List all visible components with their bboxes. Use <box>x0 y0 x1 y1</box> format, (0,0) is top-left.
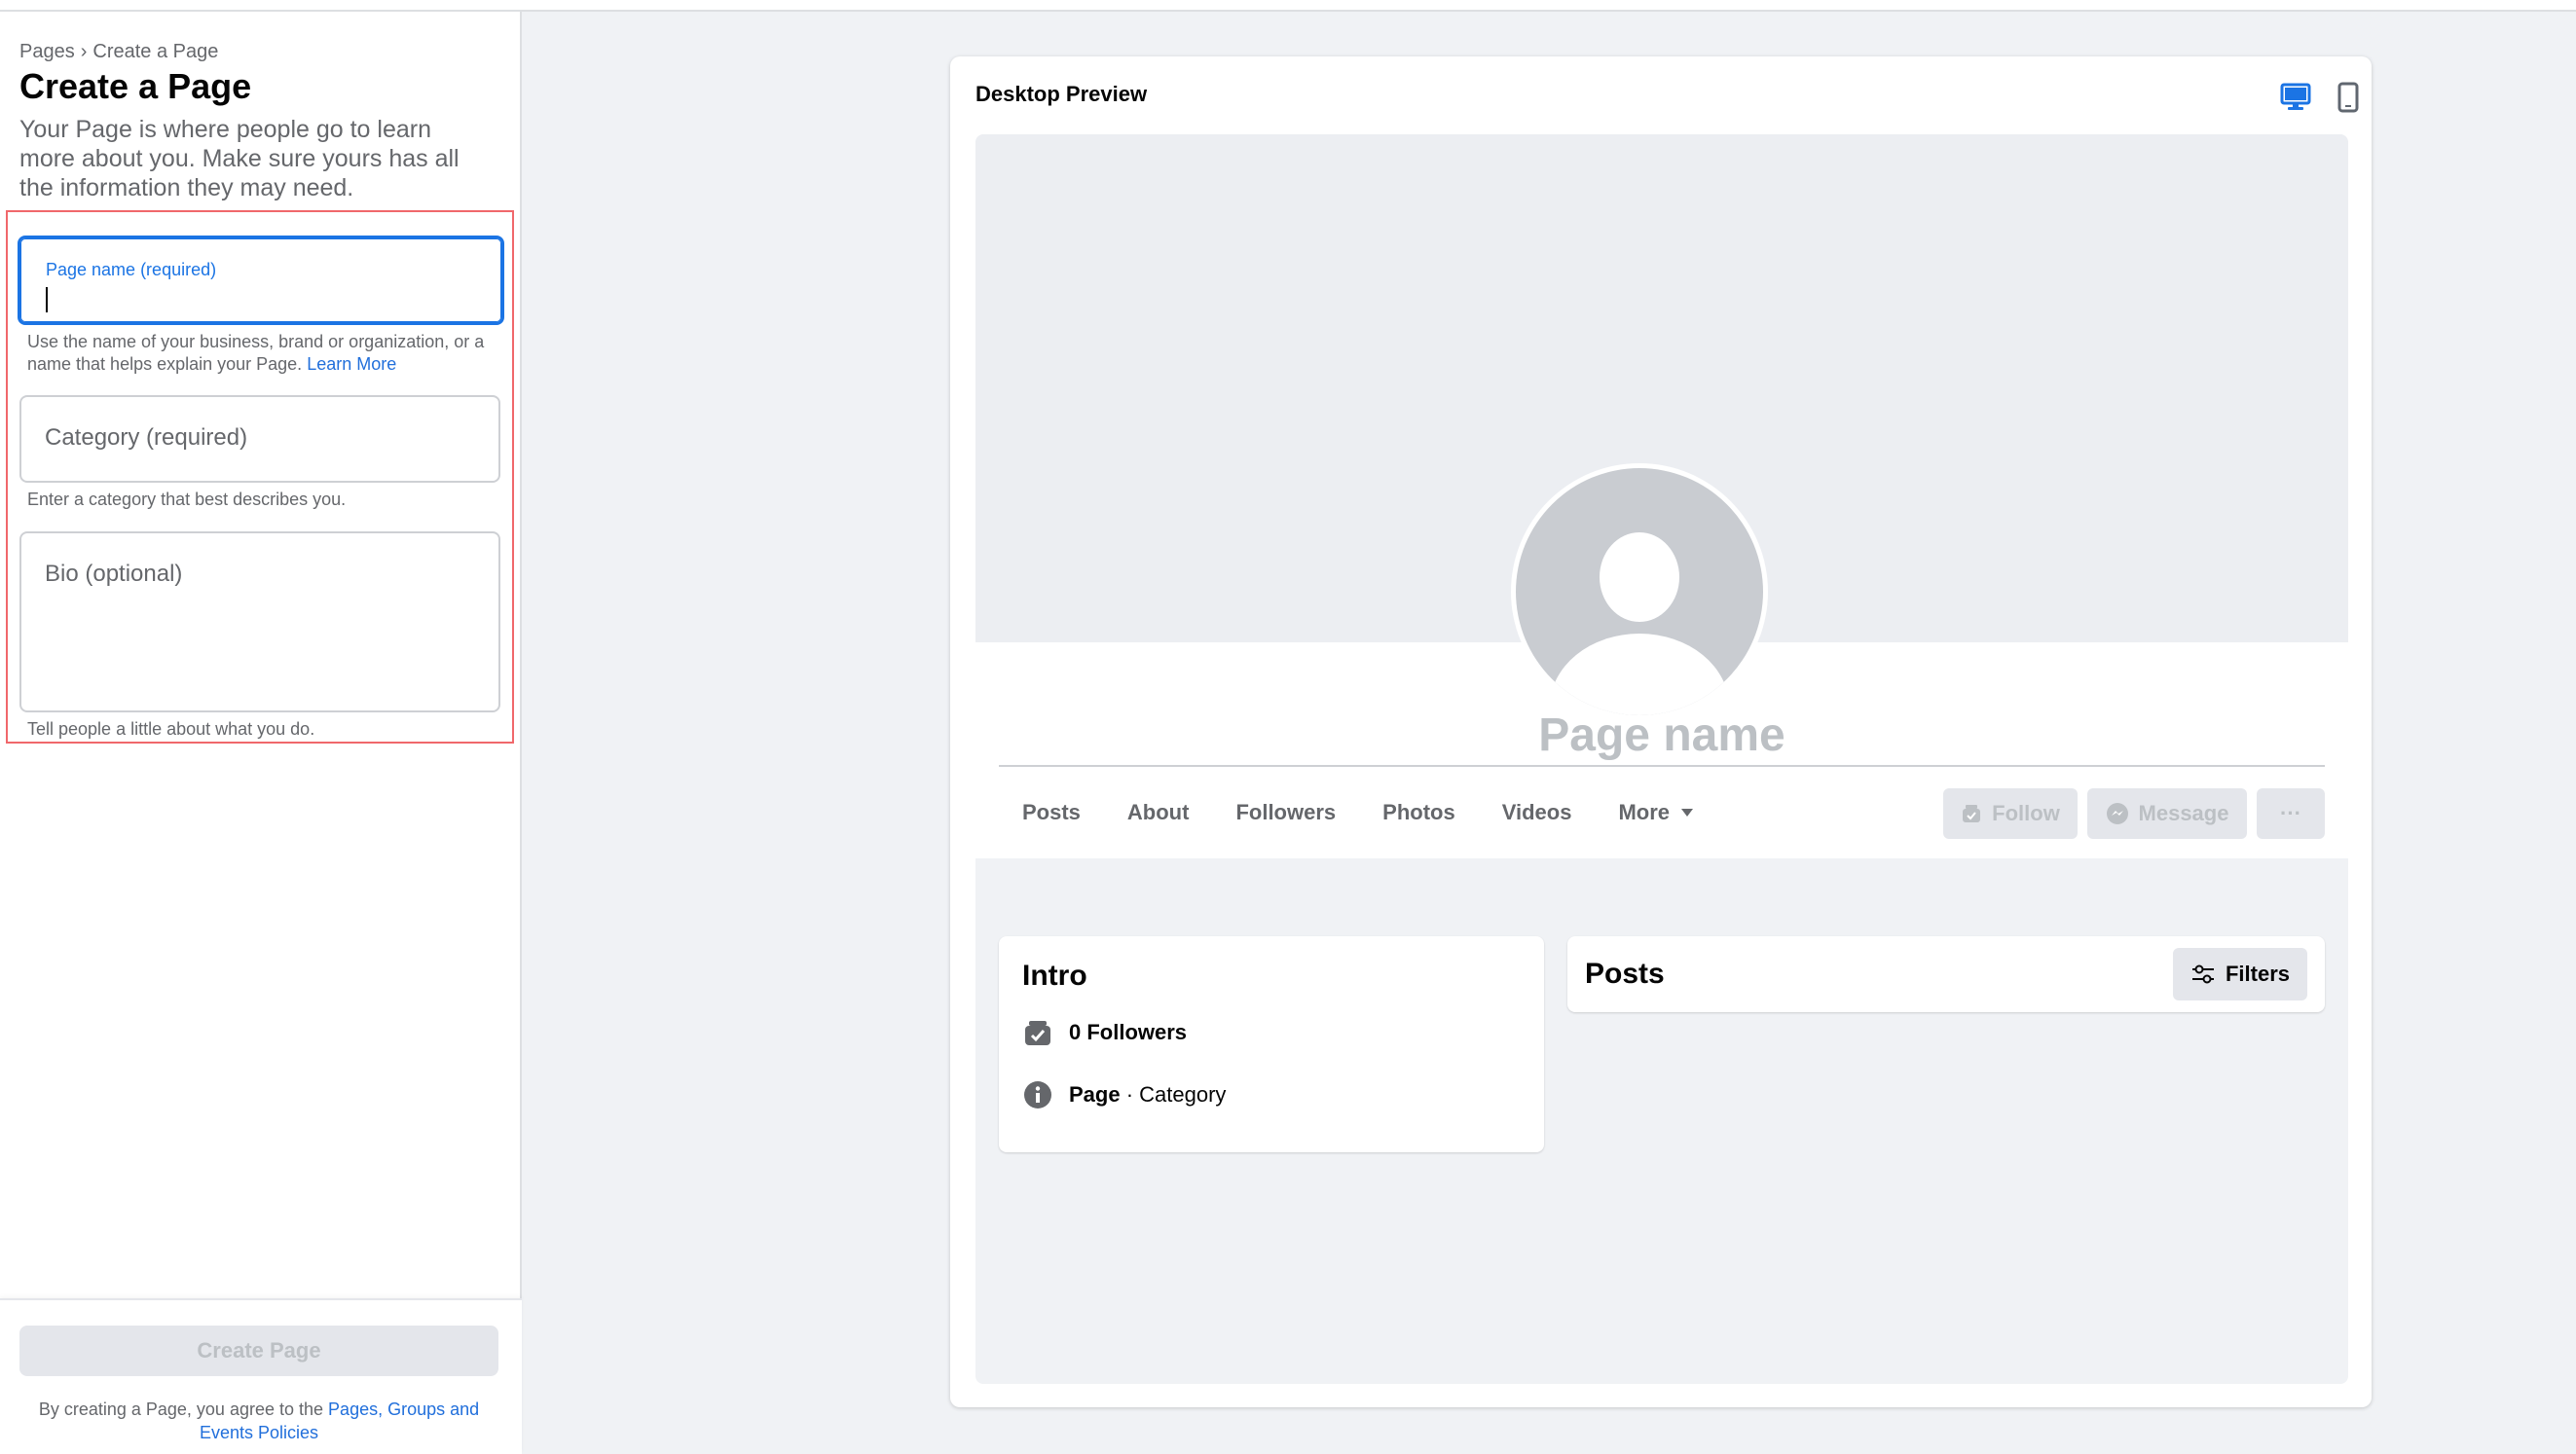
bio-helper: Tell people a little about what you do. <box>27 719 315 739</box>
mobile-icon[interactable] <box>2331 80 2366 115</box>
bio-placeholder: Bio (optional) <box>45 561 183 587</box>
category-helper: Enter a category that best describes you… <box>27 490 347 509</box>
caret-down-icon <box>1681 809 1694 817</box>
breadcrumb: Pages › Create a Page <box>19 41 218 63</box>
default-avatar-icon <box>1516 468 1763 715</box>
followers-icon <box>1022 1018 1053 1047</box>
breadcrumb-separator: › <box>80 41 88 62</box>
terms-prefix: By creating a Page, you agree to the <box>38 1399 324 1419</box>
follow-label: Follow <box>1992 801 2060 825</box>
page-description: Your Page is where people go to learn mo… <box>19 116 460 201</box>
breadcrumb-current: Create a Page <box>92 41 219 62</box>
page-label: Page <box>1069 1082 1121 1107</box>
category-placeholder: Category (required) <box>45 424 248 451</box>
filters-button[interactable]: Filters <box>2172 948 2307 1000</box>
page-name-label: Page name (required) <box>46 260 217 279</box>
page-name-helper: Use the name of your business, brand or … <box>27 331 504 376</box>
terms-text: By creating a Page, you agree to the Pag… <box>19 1398 498 1444</box>
text-cursor <box>46 287 48 312</box>
followers-row: 0 Followers <box>1022 1018 1187 1047</box>
page-form: Page name (required) Use the name of you… <box>6 210 514 744</box>
create-page-button[interactable]: Create Page <box>19 1326 498 1376</box>
filters-icon <box>2190 963 2216 985</box>
info-icon <box>1022 1080 1053 1109</box>
page-preview: Page name Posts About Followers Photos V… <box>975 134 2348 1384</box>
follow-button[interactable]: Follow <box>1943 788 2078 839</box>
page-name-helper-text: Use the name of your business, brand or … <box>27 332 485 374</box>
breadcrumb-pages[interactable]: Pages <box>19 41 75 63</box>
footer-bar: Create Page By creating a Page, you agre… <box>0 1298 522 1454</box>
tab-photos[interactable]: Photos <box>1359 800 1479 825</box>
preview-card: Desktop Preview Page name Posts About Fo… <box>950 56 2372 1407</box>
more-options-button[interactable]: ··· <box>2257 788 2325 839</box>
bio-field[interactable]: Bio (optional) <box>19 531 500 712</box>
intro-title: Intro <box>1022 960 1087 992</box>
category-field[interactable]: Category (required) <box>19 395 500 483</box>
learn-more-link[interactable]: Learn More <box>307 354 396 374</box>
intro-card: Intro 0 Followers Page · Category <box>999 936 1544 1152</box>
tab-more[interactable]: More <box>1595 800 1716 825</box>
action-buttons: Follow Message ··· <box>1943 788 2325 839</box>
desktop-icon[interactable] <box>2278 80 2313 115</box>
page-tabs: Posts About Followers Photos Videos More <box>999 767 1716 858</box>
page-name-field[interactable]: Page name (required) <box>18 236 504 325</box>
tab-more-label: More <box>1618 800 1671 824</box>
message-button[interactable]: Message <box>2087 788 2247 839</box>
category-separator: · <box>1120 1082 1140 1107</box>
tab-videos[interactable]: Videos <box>1479 800 1596 825</box>
filters-label: Filters <box>2225 962 2290 986</box>
follow-icon <box>1961 803 1982 824</box>
preview-title: Desktop Preview <box>975 82 1148 106</box>
page-category-row: Page · Category <box>1022 1080 1226 1109</box>
messenger-icon <box>2106 802 2129 825</box>
profile-picture <box>1511 463 1768 720</box>
posts-card: Posts Filters <box>1567 936 2325 1012</box>
create-page-sidebar: Pages › Create a Page Create a Page Your P… <box>0 12 522 1454</box>
tab-posts[interactable]: Posts <box>999 800 1104 825</box>
page-title: Create a Page <box>19 66 252 106</box>
posts-title: Posts <box>1585 958 1665 990</box>
message-label: Message <box>2138 801 2229 825</box>
category-label: Category <box>1139 1082 1227 1107</box>
followers-count: 0 Followers <box>1069 1020 1188 1044</box>
tab-followers[interactable]: Followers <box>1212 800 1359 825</box>
tab-about[interactable]: About <box>1104 800 1213 825</box>
top-strip <box>0 0 2576 12</box>
